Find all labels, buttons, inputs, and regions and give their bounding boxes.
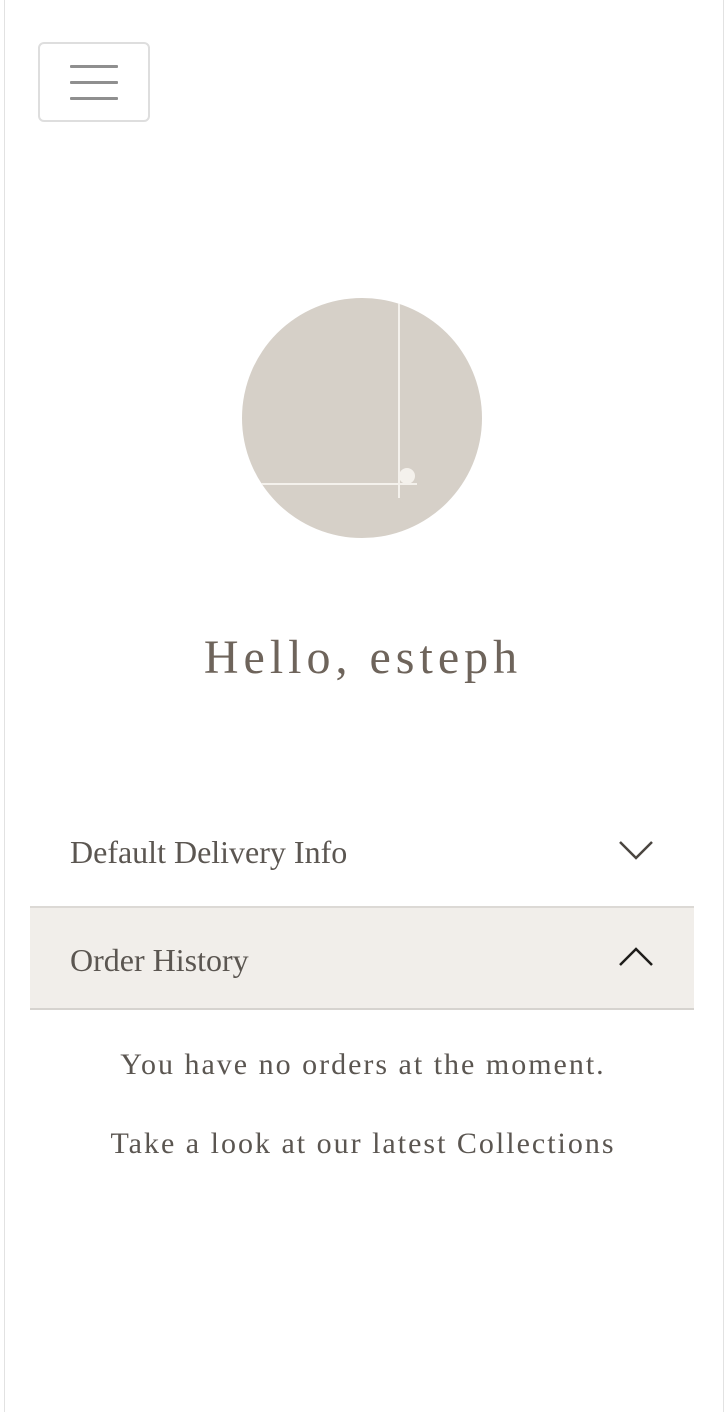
greeting-heading: Hello, esteph [203, 631, 523, 684]
chevron-up-icon [619, 947, 653, 966]
collections-link[interactable]: Take a look at our latest Collections [0, 1127, 726, 1161]
avatar-placeholder-icon [260, 302, 417, 498]
accordion-order-history[interactable]: Order History [30, 906, 694, 1010]
accordion-label: Default Delivery Info [70, 834, 348, 870]
avatar [242, 298, 482, 538]
page-frame [4, 0, 724, 1412]
menu-button[interactable] [38, 42, 150, 122]
accordion-label: Order History [70, 942, 249, 978]
accordion-default-delivery-info[interactable]: Default Delivery Info [30, 800, 694, 906]
empty-orders-message: You have no orders at the moment. [120, 1048, 606, 1081]
chevron-down-icon [619, 841, 653, 860]
